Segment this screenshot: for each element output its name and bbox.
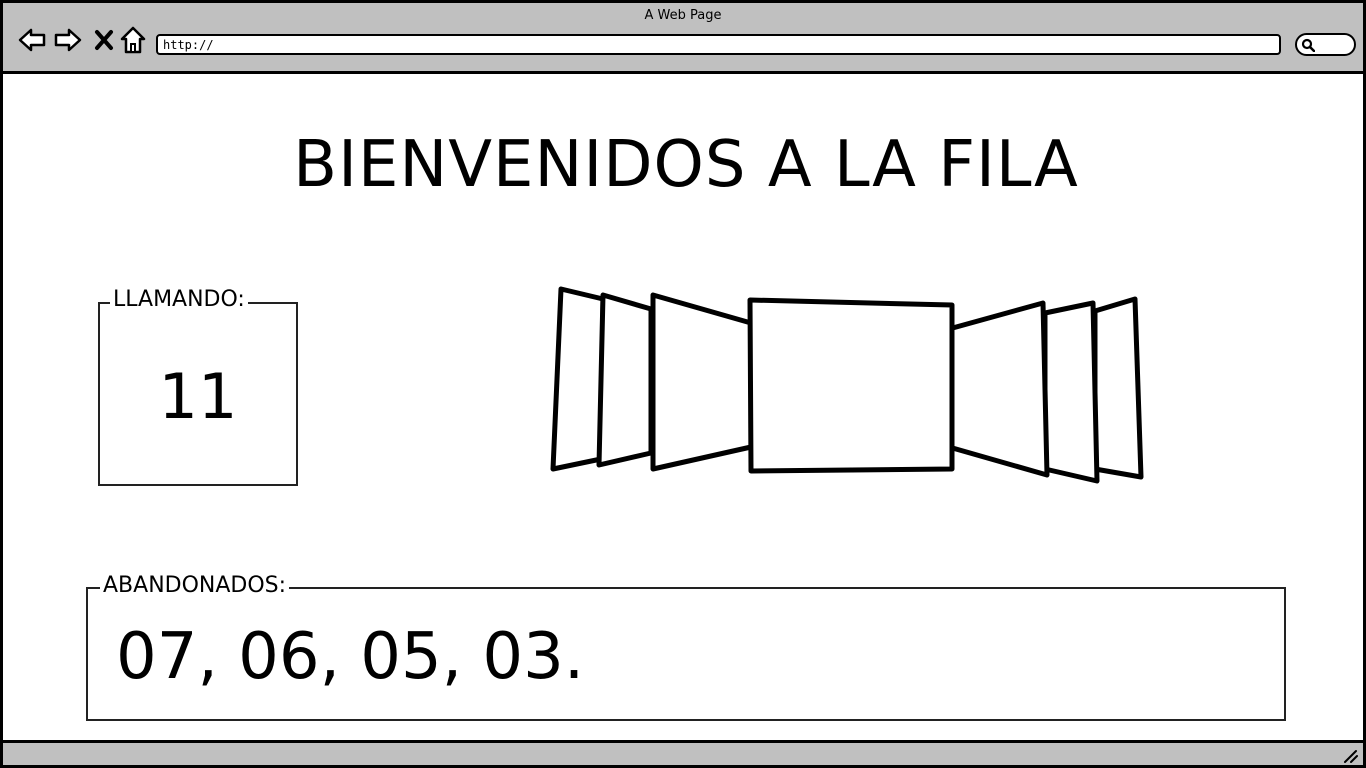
page-title: BIENVENIDOS A LA FILA (293, 128, 1079, 202)
calling-label: LLAMANDO: (110, 288, 248, 312)
browser-toolbar: A Web Page http:// (3, 3, 1363, 74)
search-input[interactable] (1295, 33, 1356, 56)
browser-window: A Web Page http:// BIENVENIDOS A LA FILA… (0, 0, 1366, 768)
window-title: A Web Page (644, 8, 722, 23)
image-carousel[interactable] (543, 283, 1163, 493)
resize-grip-icon[interactable] (1343, 749, 1359, 763)
abandoned-label: ABANDONADOS: (100, 574, 290, 598)
forward-arrow-icon[interactable] (53, 25, 83, 55)
close-icon[interactable] (89, 25, 119, 55)
calling-panel: LLAMANDO: 11 (98, 288, 298, 486)
abandoned-list: 07, 06, 05, 03. (116, 620, 585, 694)
search-icon (1301, 38, 1315, 52)
cover-flow-carousel-icon (550, 286, 1144, 484)
url-input[interactable]: http:// (156, 34, 1281, 55)
home-icon[interactable] (118, 25, 148, 55)
calling-number: 11 (158, 360, 238, 433)
back-arrow-icon[interactable] (17, 25, 47, 55)
abandoned-panel: ABANDONADOS: 07, 06, 05, 03. (86, 574, 1286, 721)
status-bar (3, 740, 1363, 765)
